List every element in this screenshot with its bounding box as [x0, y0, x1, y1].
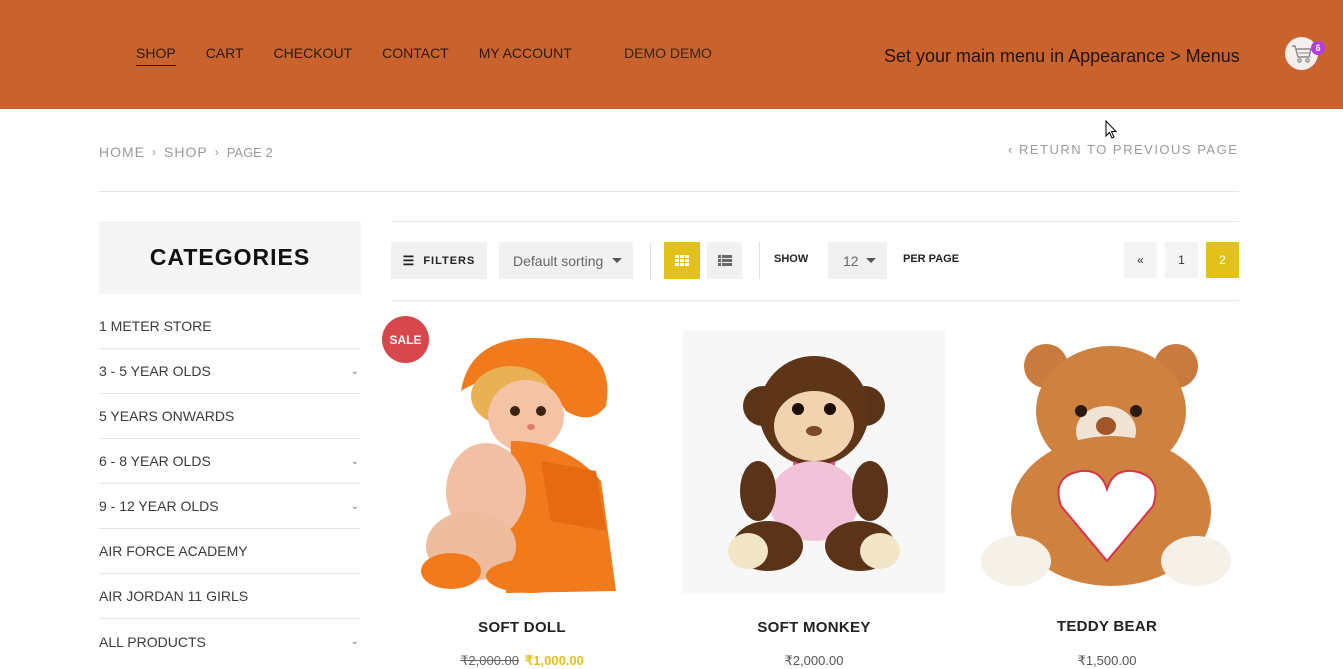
chevron-down-icon[interactable]: ⌄ [351, 636, 359, 647]
category-item[interactable]: ALL PRODUCTS ⌄ [99, 619, 361, 664]
price: ₹2,000.00 [784, 653, 844, 668]
category-item[interactable]: AIR FORCE ACADEMY [99, 529, 361, 574]
nav-shop[interactable]: SHOP [136, 45, 176, 66]
pagination-prev[interactable]: « [1124, 242, 1157, 278]
teddy-bear-image [981, 344, 1231, 586]
grid-view-button[interactable] [664, 242, 700, 279]
soft-monkey-image [728, 356, 900, 571]
per-page-select[interactable]: 12 [828, 242, 887, 279]
category-item[interactable]: 9 - 12 YEAR OLDS ⌄ [99, 484, 361, 529]
per-page-label: PER PAGE [903, 253, 960, 265]
divider [391, 300, 1239, 301]
category-label: AIR JORDAN 11 GIRLS [99, 588, 249, 604]
product-image[interactable] [391, 331, 653, 593]
list-icon [717, 255, 732, 266]
breadcrumb-shop[interactable]: SHOP [164, 144, 208, 160]
divider [99, 191, 1239, 192]
category-label: 1 METER STORE [99, 318, 212, 334]
chevron-down-icon[interactable]: ⌄ [351, 501, 359, 512]
category-list: 1 METER STORE 3 - 5 YEAR OLDS ⌄ 5 YEARS O… [99, 304, 361, 664]
category-item[interactable]: 1 METER STORE [99, 304, 361, 349]
pagination-page-2[interactable]: 2 [1206, 242, 1239, 278]
old-price: ₹2,000.00 [460, 653, 519, 668]
filters-label: FILTERS [423, 254, 476, 267]
demo-label[interactable]: DEMO DEMO [624, 45, 712, 61]
chevron-right-icon: › [152, 145, 157, 159]
nav-cart[interactable]: CART [206, 45, 244, 66]
product-price: ₹2,000.00 [683, 653, 945, 669]
category-label: 3 - 5 YEAR OLDS [99, 363, 211, 379]
menu-note: Set your main menu in Appearance > Menus [884, 46, 1240, 66]
category-label: 5 YEARS ONWARDS [99, 408, 235, 424]
product-image[interactable] [683, 331, 945, 593]
category-label: AIR FORCE ACADEMY [99, 543, 248, 559]
category-label: ALL PRODUCTS [99, 633, 206, 650]
category-item[interactable]: AIR JORDAN 11 GIRLS [99, 574, 361, 619]
per-page-value: 12 [843, 252, 859, 269]
pagination-page-1[interactable]: 1 [1165, 242, 1198, 278]
mouse-pointer-icon [1105, 120, 1118, 139]
product-title[interactable]: SOFT MONKEY [683, 619, 945, 636]
sale-price: ₹1,000.00 [525, 653, 584, 668]
caret-down-icon [612, 258, 622, 263]
category-label: 9 - 12 YEAR OLDS [99, 498, 219, 514]
return-previous-label: RETURN TO PREVIOUS PAGE [1018, 142, 1239, 157]
chevron-down-icon[interactable]: ⌄ [351, 456, 359, 467]
caret-down-icon [866, 258, 876, 263]
breadcrumb-current: PAGE 2 [226, 144, 273, 160]
category-label: 6 - 8 YEAR OLDS [99, 453, 211, 469]
sale-badge: SALE [382, 316, 429, 363]
shopping-cart-icon [1291, 44, 1312, 63]
divider [650, 242, 651, 279]
divider [759, 242, 760, 279]
price: ₹1,500.00 [1077, 653, 1137, 668]
site-header: SHOP CART CHECKOUT CONTACT MY ACCOUNT DE… [0, 0, 1343, 109]
nav-my-account[interactable]: MY ACCOUNT [479, 45, 572, 66]
grid-icon [675, 255, 689, 266]
show-label: SHOW [774, 253, 809, 265]
chevron-down-icon[interactable]: ⌄ [351, 366, 359, 377]
soft-doll-image [421, 338, 616, 593]
product-title[interactable]: SOFT DOLL [391, 619, 653, 636]
divider [391, 221, 1239, 222]
category-item[interactable]: 3 - 5 YEAR OLDS ⌄ [99, 349, 361, 394]
breadcrumb-home[interactable]: HOME [99, 144, 145, 160]
breadcrumb: HOME › SHOP › PAGE 2 [99, 144, 273, 160]
product-image[interactable] [976, 331, 1238, 593]
cart-count-badge: 6 [1311, 41, 1325, 55]
return-previous-link[interactable]: ‹ RETURN TO PREVIOUS PAGE [1008, 142, 1238, 157]
chevron-left-icon: ‹ [1008, 142, 1019, 157]
list-view-button[interactable] [707, 242, 742, 279]
product-price: ₹1,500.00 [976, 653, 1238, 669]
main-nav: SHOP CART CHECKOUT CONTACT MY ACCOUNT [136, 45, 602, 66]
sorting-select[interactable]: Default sorting [499, 242, 633, 279]
menu-bars-icon: ☰ [402, 252, 416, 268]
sorting-value: Default sorting [513, 252, 604, 269]
category-item[interactable]: 5 YEARS ONWARDS [99, 394, 361, 439]
nav-contact[interactable]: CONTACT [382, 45, 449, 66]
filters-button[interactable]: ☰ FILTERS [391, 242, 487, 279]
nav-checkout[interactable]: CHECKOUT [274, 45, 353, 66]
product-title[interactable]: TEDDY BEAR [976, 618, 1238, 635]
chevron-right-icon: › [214, 145, 220, 159]
category-item[interactable]: 6 - 8 YEAR OLDS ⌄ [99, 439, 361, 484]
categories-header: CATEGORIES [99, 221, 361, 294]
product-price: ₹2,000.00 ₹1,000.00 [391, 653, 653, 669]
categories-title: CATEGORIES [149, 244, 311, 270]
